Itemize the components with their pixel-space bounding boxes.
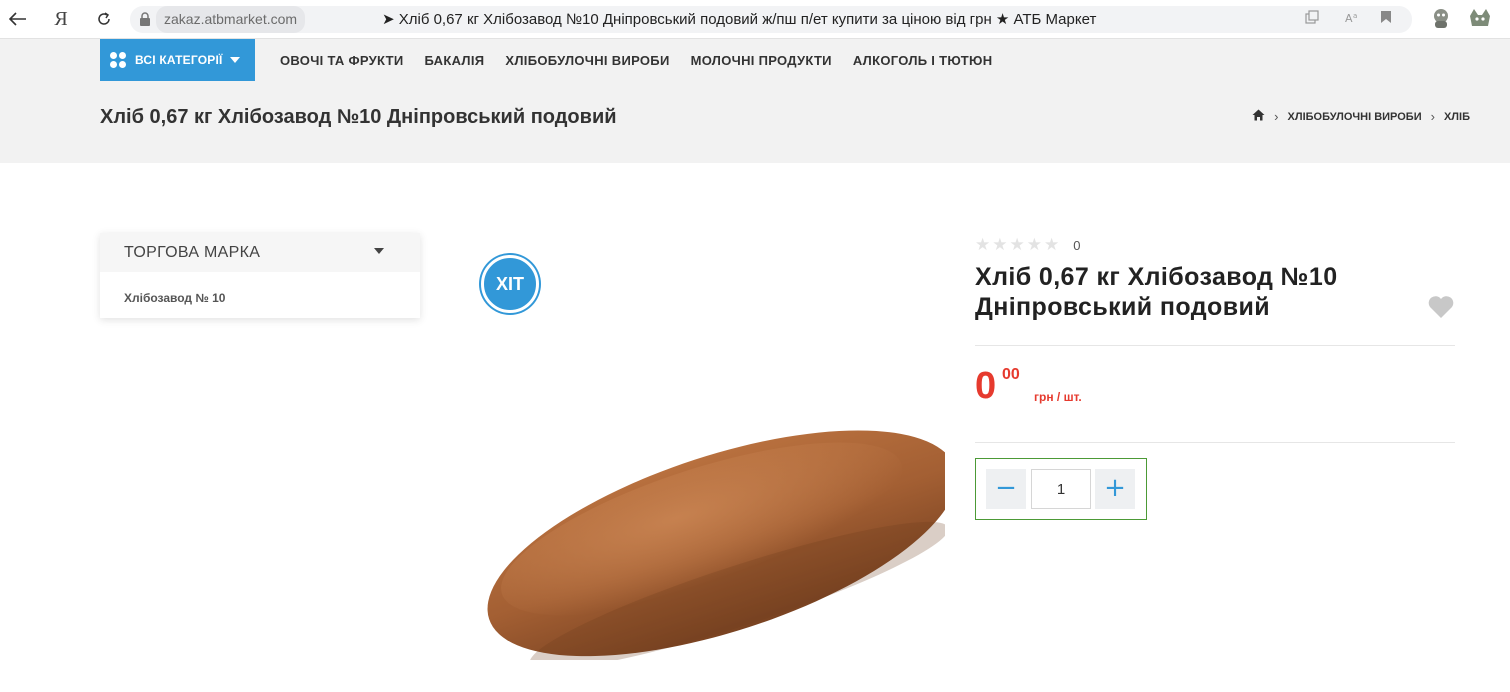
brand-filter-heading: ТОРГОВА МАРКА [124, 243, 261, 261]
nav-item-dairy[interactable]: МОЛОЧНІ ПРОДУКТИ [691, 53, 832, 68]
all-categories-button[interactable]: ВСІ КАТЕГОРІЇ [100, 39, 255, 81]
divider [975, 442, 1455, 443]
extension-avatar-icon[interactable] [1429, 6, 1455, 32]
page-title: Хліб 0,67 кг Хлібозавод №10 Дніпровський… [100, 106, 617, 128]
quantity-input[interactable] [1031, 469, 1091, 509]
heart-icon[interactable] [1427, 294, 1455, 320]
chevron-down-icon[interactable] [374, 248, 384, 254]
decrease-quantity-button[interactable]: − [986, 469, 1026, 509]
product-image[interactable] [455, 400, 945, 660]
breadcrumb: › ХЛІБОБУЛОЧНІ ВИРОБИ › ХЛІБ [1252, 109, 1470, 124]
nav-item-grocery[interactable]: БАКАЛІЯ [425, 53, 485, 68]
star-icon[interactable]: ★ [975, 235, 990, 255]
hit-badge: ХІТ [481, 255, 539, 313]
reload-icon[interactable] [91, 6, 117, 32]
yandex-icon[interactable]: Я [48, 6, 74, 32]
lock-icon [138, 11, 152, 27]
divider [975, 345, 1455, 346]
nav-item-alcohol-tobacco[interactable]: АЛКОГОЛЬ І ТЮТЮН [853, 53, 993, 68]
browser-toolbar: Я zakaz.atbmarket.com ➤ Хліб 0,67 кг Хлі… [0, 0, 1510, 39]
svg-text:A: A [1345, 12, 1353, 24]
address-bar[interactable]: zakaz.atbmarket.com ➤ Хліб 0,67 кг Хлібо… [130, 6, 1412, 33]
extension-cat-icon[interactable] [1467, 6, 1493, 32]
breadcrumb-bakery[interactable]: ХЛІБОБУЛОЧНІ ВИРОБИ [1288, 111, 1422, 123]
product-rating[interactable]: ★ ★ ★ ★ ★ 0 [975, 235, 1080, 255]
price-decimal: 00 [1002, 366, 1020, 383]
bookmark-icon[interactable] [1376, 10, 1396, 30]
grid-icon [110, 52, 126, 68]
breadcrumb-separator-icon: › [1274, 109, 1279, 124]
address-domain[interactable]: zakaz.atbmarket.com [156, 6, 306, 33]
page-tab-title: ➤ Хліб 0,67 кг Хлібозавод №10 Дніпровськ… [382, 11, 1097, 28]
tabs-icon[interactable] [1302, 10, 1322, 30]
brand-filter-header[interactable]: ТОРГОВА МАРКА [100, 233, 420, 272]
product-title: Хліб 0,67 кг Хлібозавод №10 Дніпровський… [975, 263, 1338, 321]
home-icon[interactable] [1252, 109, 1265, 124]
star-icon[interactable]: ★ [1044, 235, 1059, 255]
price-integer: 0 [975, 365, 997, 407]
rating-count: 0 [1073, 237, 1081, 253]
star-icon[interactable]: ★ [1010, 235, 1025, 255]
increase-quantity-button[interactable]: + [1095, 469, 1135, 509]
translate-icon[interactable]: Aa [1342, 10, 1362, 30]
breadcrumb-bread[interactable]: ХЛІБ [1444, 111, 1470, 123]
all-categories-label: ВСІ КАТЕГОРІЇ [135, 53, 223, 67]
svg-text:a: a [1353, 12, 1357, 20]
product-price: 0 00 грн / шт. [975, 365, 1082, 407]
breadcrumb-separator-icon: › [1430, 109, 1435, 124]
quantity-stepper: − + [975, 458, 1147, 520]
nav-item-bakery[interactable]: ХЛІБОБУЛОЧНІ ВИРОБИ [505, 53, 669, 68]
nav-item-vegetables-fruits[interactable]: ОВОЧІ ТА ФРУКТИ [280, 53, 404, 68]
star-icon[interactable]: ★ [992, 235, 1007, 255]
star-icon[interactable]: ★ [1027, 235, 1042, 255]
price-unit: грн / шт. [1034, 390, 1082, 404]
chevron-down-icon [229, 57, 240, 63]
brand-filter-option[interactable]: Хлібозавод № 10 [124, 291, 225, 305]
category-nav: ОВОЧІ ТА ФРУКТИ БАКАЛІЯ ХЛІБОБУЛОЧНІ ВИР… [280, 39, 1013, 81]
brand-filter: ТОРГОВА МАРКА Хлібозавод № 10 [100, 233, 420, 318]
back-arrow-icon[interactable] [5, 6, 31, 32]
